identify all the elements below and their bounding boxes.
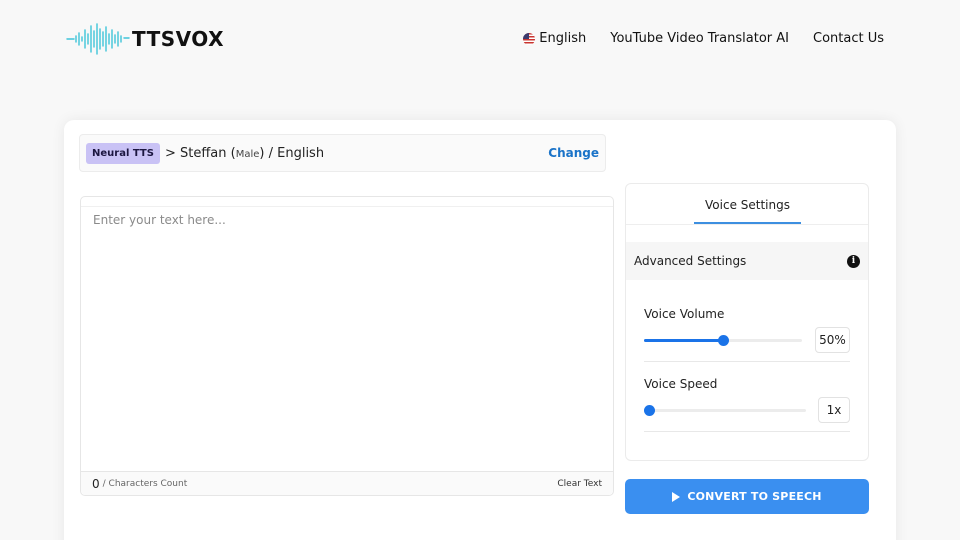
editor-footer: 0 / Characters Count Clear Text: [81, 471, 613, 495]
neural-tts-badge: Neural TTS: [86, 142, 160, 164]
voice-volume-value[interactable]: 50%: [815, 327, 850, 353]
logo[interactable]: TTSVOX: [66, 22, 224, 56]
voice-speed-thumb[interactable]: [644, 405, 655, 416]
character-count: 0: [92, 476, 100, 491]
voice-volume-thumb[interactable]: [718, 335, 729, 346]
volume-divider: [644, 361, 850, 362]
info-icon[interactable]: i: [847, 254, 860, 268]
change-voice-button[interactable]: Change: [548, 146, 599, 160]
voice-volume-label: Voice Volume: [644, 307, 725, 321]
top-nav: English YouTube Video Translator AI Cont…: [523, 31, 884, 46]
clear-text-button[interactable]: Clear Text: [557, 479, 602, 489]
speed-divider: [644, 431, 850, 432]
voice-speed-value[interactable]: 1x: [818, 397, 850, 423]
tab-divider: [626, 224, 868, 225]
voice-speed-slider[interactable]: [644, 405, 806, 416]
voice-volume-slider[interactable]: [644, 335, 802, 346]
voice-gender: Male: [235, 148, 260, 160]
logo-text: TTSVOX: [132, 27, 224, 51]
convert-button-label: CONVERT TO SPEECH: [687, 490, 822, 503]
nav-contact-link[interactable]: Contact Us: [813, 31, 884, 46]
voice-name: Steffan: [179, 145, 227, 161]
advanced-settings-row[interactable]: Advanced Settings i: [626, 242, 868, 280]
advanced-settings-label: Advanced Settings: [634, 254, 747, 268]
convert-to-speech-button[interactable]: CONVERT TO SPEECH: [625, 479, 869, 514]
voice-settings-panel: Voice Settings Advanced Settings i Voice…: [625, 183, 869, 461]
nav-youtube-translator-link[interactable]: YouTube Video Translator AI: [610, 31, 789, 46]
voice-speed-label: Voice Speed: [644, 377, 718, 391]
text-input[interactable]: [82, 207, 612, 471]
soundwave-logo-icon: [66, 23, 130, 55]
voice-selector-bar: Neural TTS > Steffan (Male) / English Ch…: [79, 134, 606, 172]
language-label: English: [539, 31, 587, 46]
play-icon: [672, 491, 681, 502]
character-count-label: / Characters Count: [102, 478, 188, 489]
voice-language: English: [277, 145, 325, 161]
language-selector[interactable]: English: [523, 31, 586, 46]
voice-volume-fill: [644, 339, 723, 342]
tab-voice-settings[interactable]: Voice Settings: [694, 194, 801, 224]
voice-separator: >: [164, 145, 176, 161]
us-flag-icon: [523, 32, 536, 45]
text-editor: 0 / Characters Count Clear Text: [80, 196, 614, 496]
selected-voice-text: > Steffan (Male) / English: [164, 145, 325, 161]
